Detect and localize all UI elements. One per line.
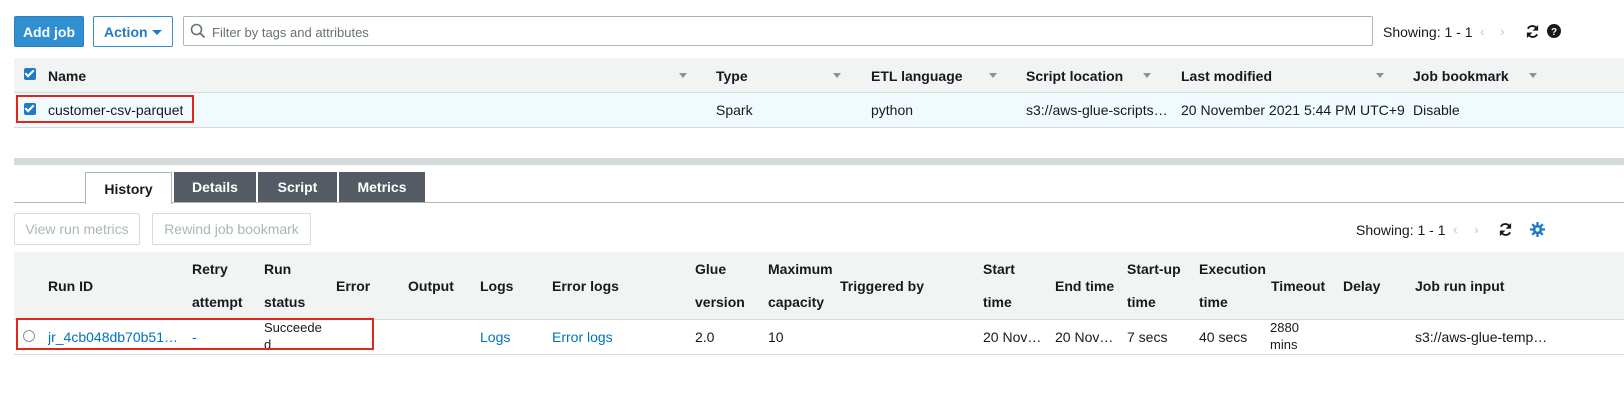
column-header-error[interactable]: Error: [336, 278, 370, 294]
chevron-right-icon[interactable]: ›: [1474, 221, 1479, 237]
end-time: 20 Nov…: [1055, 329, 1114, 345]
maximum-capacity: 10: [768, 329, 784, 345]
logs-link[interactable]: Logs: [480, 329, 510, 345]
caret-down-icon: [152, 30, 162, 35]
refresh-icon[interactable]: [1525, 24, 1540, 39]
jobs-showing-count: Showing: 1 - 1: [1383, 24, 1473, 40]
sort-icon[interactable]: [833, 73, 841, 78]
column-header-triggered-by[interactable]: Triggered by: [840, 278, 924, 294]
svg-text:?: ?: [1551, 27, 1557, 38]
search-box[interactable]: [183, 16, 1373, 46]
column-header-glue-version[interactable]: Glue: [695, 261, 726, 277]
action-label: Action: [104, 23, 148, 40]
rewind-job-bookmark-button[interactable]: Rewind job bookmark: [152, 213, 311, 245]
chevron-right-icon[interactable]: ›: [1500, 23, 1505, 39]
column-header-start-time[interactable]: Start: [983, 261, 1015, 277]
start-time: 20 Nov…: [983, 329, 1042, 345]
chevron-left-icon[interactable]: ‹: [1453, 221, 1458, 237]
tab-details[interactable]: Details: [174, 172, 256, 202]
column-header-startup-time[interactable]: Start-up: [1127, 261, 1181, 277]
action-dropdown-button[interactable]: Action: [93, 16, 173, 47]
column-header-last-modified[interactable]: Last modified: [1181, 68, 1272, 84]
tabs-baseline: [14, 202, 1624, 203]
job-run-input: s3://aws-glue-temp…: [1415, 329, 1548, 345]
select-all-checkbox[interactable]: [24, 68, 36, 80]
column-header-script-location[interactable]: Script location: [1026, 68, 1123, 84]
sort-icon[interactable]: [1529, 73, 1537, 78]
sort-icon[interactable]: [1143, 73, 1151, 78]
view-run-metrics-button[interactable]: View run metrics: [14, 213, 140, 245]
glue-version: 2.0: [695, 329, 715, 345]
column-header-execution-time-line2: time: [1199, 294, 1228, 310]
refresh-icon[interactable]: [1498, 222, 1513, 237]
timeout-line2: mins: [1270, 337, 1298, 352]
tab-history[interactable]: History: [85, 172, 172, 204]
gear-icon[interactable]: [1530, 222, 1545, 237]
column-header-retry-attempt-line2: attempt: [192, 294, 243, 310]
startup-time: 7 secs: [1127, 329, 1168, 345]
sort-icon[interactable]: [1376, 73, 1384, 78]
search-input[interactable]: [210, 20, 1364, 44]
column-header-run-status-line2: status: [264, 294, 306, 310]
column-header-startup-time-line2: time: [1127, 294, 1156, 310]
column-header-execution-time[interactable]: Execution: [1199, 261, 1266, 277]
column-header-retry-attempt[interactable]: Retry: [192, 261, 228, 277]
execution-time: 40 secs: [1199, 329, 1248, 345]
history-showing-count: Showing: 1 - 1: [1356, 222, 1446, 238]
job-script-location: s3://aws-glue-scripts…: [1026, 102, 1168, 118]
column-header-maximum-capacity[interactable]: Maximum: [768, 261, 833, 277]
column-header-job-bookmark[interactable]: Job bookmark: [1413, 68, 1509, 84]
search-icon: [190, 23, 206, 39]
column-header-delay[interactable]: Delay: [1343, 278, 1380, 294]
column-header-timeout[interactable]: Timeout: [1271, 278, 1325, 294]
column-header-end-time[interactable]: End time: [1055, 278, 1114, 294]
column-header-job-run-input[interactable]: Job run input: [1415, 278, 1504, 294]
column-header-run-status[interactable]: Run: [264, 261, 291, 277]
tab-script[interactable]: Script: [258, 172, 337, 202]
column-header-start-time-line2: time: [983, 294, 1012, 310]
help-icon[interactable]: ?: [1547, 24, 1561, 38]
timeout-line1: 2880: [1270, 320, 1299, 335]
highlight-run-row: [16, 318, 374, 350]
column-header-run-id[interactable]: Run ID: [48, 278, 93, 294]
column-header-etl-language[interactable]: ETL language: [871, 68, 963, 84]
job-last-modified: 20 November 2021 5:44 PM UTC+9: [1181, 102, 1405, 118]
highlight-job-name: [16, 95, 194, 123]
job-type: Spark: [716, 102, 753, 118]
chevron-left-icon[interactable]: ‹: [1480, 23, 1485, 39]
column-header-maximum-capacity-line2: capacity: [768, 294, 825, 310]
job-etl-language: python: [871, 102, 914, 118]
column-header-type[interactable]: Type: [716, 68, 748, 84]
sort-icon[interactable]: [679, 73, 687, 78]
tab-metrics[interactable]: Metrics: [339, 172, 425, 202]
error-logs-link[interactable]: Error logs: [552, 329, 613, 345]
column-header-name[interactable]: Name: [48, 68, 86, 84]
column-header-logs[interactable]: Logs: [480, 278, 513, 294]
column-header-glue-version-line2: version: [695, 294, 745, 310]
column-header-output[interactable]: Output: [408, 278, 454, 294]
sort-icon[interactable]: [989, 73, 997, 78]
job-bookmark: Disable: [1413, 102, 1460, 118]
column-header-error-logs[interactable]: Error logs: [552, 278, 619, 294]
add-job-button[interactable]: Add job: [14, 16, 84, 47]
panel-splitter[interactable]: [14, 158, 1624, 165]
